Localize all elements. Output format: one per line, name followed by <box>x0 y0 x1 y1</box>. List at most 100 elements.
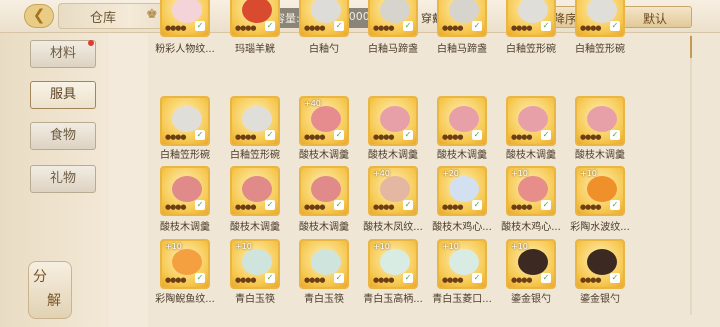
item-slot[interactable]: ●●●● ✓ <box>437 96 487 146</box>
enhance-badge: +10 <box>235 242 252 251</box>
item-slot[interactable]: +10 ●●●● ✓ <box>506 166 556 216</box>
tab-food[interactable]: 食物 <box>30 122 96 150</box>
item-slot[interactable]: ●●●● ✓ <box>506 96 556 146</box>
item-slot[interactable]: ●●●● ✓ <box>368 96 418 146</box>
tab-equipment[interactable]: 服具 <box>30 81 96 109</box>
item-slot[interactable]: ●●●● ✓ <box>230 0 280 37</box>
item-icon <box>449 249 479 275</box>
item-icon <box>380 106 410 132</box>
quality-dots-icon: ●●●● <box>373 133 394 141</box>
quality-dots-icon: ●●●● <box>235 24 256 32</box>
item-name: 白釉笠形碗 <box>230 150 280 161</box>
quality-dots-icon: ●●●● <box>442 203 463 211</box>
item-slot[interactable]: +20 ●●●● ✓ <box>437 166 487 216</box>
item-slot[interactable]: +10 ●●●● ✓ <box>230 239 280 289</box>
item-name: 酸枝木调羹 <box>299 150 349 161</box>
item-slot[interactable]: +10 ●●●● ✓ <box>506 239 556 289</box>
item-icon <box>587 176 617 202</box>
item-slot[interactable]: ●●●● ✓ <box>575 96 625 146</box>
item-slot[interactable]: +10 ●●●● ✓ <box>575 166 625 216</box>
item-name: 白釉马蹄盏 <box>368 44 418 55</box>
check-icon: ✓ <box>334 273 344 283</box>
item-icon <box>449 176 479 202</box>
decompose-button[interactable]: 分 解 <box>28 261 72 319</box>
quality-dots-icon: ●●●● <box>165 276 186 284</box>
enhance-badge: +10 <box>580 169 597 178</box>
item-slot[interactable]: ●●●● ✓ <box>437 0 487 37</box>
item-name: 酸枝木鸡心... <box>501 222 561 233</box>
check-icon: ✓ <box>541 200 551 210</box>
check-icon: ✓ <box>610 273 620 283</box>
check-icon: ✓ <box>403 273 413 283</box>
check-icon: ✓ <box>195 130 205 140</box>
item-name: 酸枝木调羹 <box>575 150 625 161</box>
check-icon: ✓ <box>334 200 344 210</box>
item-slot[interactable]: ●●●● ✓ <box>299 0 349 37</box>
item-name: 酸枝木调羹 <box>506 150 556 161</box>
item-name: 鎏金银勺 <box>511 294 551 305</box>
quality-dots-icon: ●●●● <box>580 133 601 141</box>
item-icon <box>518 176 548 202</box>
quality-dots-icon: ●●●● <box>235 203 256 211</box>
item-slot[interactable]: ●●●● ✓ <box>160 166 210 216</box>
item-name: 玛瑙羊觥 <box>235 44 275 55</box>
item-slot[interactable]: ●●●● ✓ <box>506 0 556 37</box>
scrollbar-track[interactable] <box>690 35 692 315</box>
item-icon <box>518 0 548 23</box>
item-name: 青白玉筷 <box>304 294 344 305</box>
item-slot[interactable]: +10 ●●●● ✓ <box>160 239 210 289</box>
quality-dots-icon: ●●●● <box>442 133 463 141</box>
back-button[interactable]: ❮ <box>24 4 54 28</box>
quality-dots-icon: ●●●● <box>442 24 463 32</box>
item-name: 青白玉筷 <box>235 294 275 305</box>
check-icon: ✓ <box>472 21 482 31</box>
item-name: 白釉笠形碗 <box>575 44 625 55</box>
item-icon <box>242 0 272 23</box>
item-icon <box>311 249 341 275</box>
item-slot[interactable]: +40 ●●●● ✓ <box>368 166 418 216</box>
item-icon <box>587 106 617 132</box>
check-icon: ✓ <box>610 21 620 31</box>
check-icon: ✓ <box>334 130 344 140</box>
item-icon <box>311 176 341 202</box>
item-name: 彩陶鲵鱼纹... <box>155 294 215 305</box>
item-name: 酸枝木调羹 <box>437 150 487 161</box>
item-slot[interactable]: +10 ●●●● ✓ <box>368 239 418 289</box>
enhance-badge: +40 <box>304 99 321 108</box>
enhance-badge: +10 <box>511 169 528 178</box>
item-slot[interactable]: ●●●● ✓ <box>368 0 418 37</box>
item-slot[interactable]: ●●●● ✓ <box>160 0 210 37</box>
item-grid: ●●●● ✓ 粉彩人物纹... ●●●● ✓ 玛瑙羊觥 ●●●● ✓ 白釉勺 ●●●● ✓ 白釉马蹄盏… <box>150 0 710 327</box>
enhance-badge: +10 <box>373 242 390 251</box>
item-icon <box>518 249 548 275</box>
check-icon: ✓ <box>403 130 413 140</box>
check-icon: ✓ <box>541 21 551 31</box>
item-slot[interactable]: +40 ●●●● ✓ <box>299 96 349 146</box>
quality-dots-icon: ●●●● <box>304 276 325 284</box>
item-name: 粉彩人物纹... <box>155 44 215 55</box>
quality-dots-icon: ●●●● <box>442 276 463 284</box>
item-slot[interactable]: ●●●● ✓ <box>230 96 280 146</box>
check-icon: ✓ <box>610 200 620 210</box>
quality-dots-icon: ●●●● <box>511 24 532 32</box>
decompose-char-1: 分 <box>33 269 47 285</box>
item-name: 酸枝木调羹 <box>160 222 210 233</box>
tab-materials[interactable]: 材料 <box>30 40 96 68</box>
item-slot[interactable]: ●●●● ✓ <box>299 239 349 289</box>
tab-gifts[interactable]: 礼物 <box>30 165 96 193</box>
check-icon: ✓ <box>541 273 551 283</box>
item-icon <box>587 249 617 275</box>
scrollbar-thumb[interactable] <box>690 36 692 58</box>
check-icon: ✓ <box>265 130 275 140</box>
enhance-badge: +40 <box>373 169 390 178</box>
item-slot[interactable]: +10 ●●●● ✓ <box>437 239 487 289</box>
item-slot[interactable]: ●●●● ✓ <box>575 0 625 37</box>
item-slot[interactable]: ●●●● ✓ <box>230 166 280 216</box>
item-slot[interactable]: ●●●● ✓ <box>160 96 210 146</box>
quality-dots-icon: ●●●● <box>235 133 256 141</box>
item-name: 青白玉菱口... <box>432 294 492 305</box>
item-slot[interactable]: ●●●● ✓ <box>299 166 349 216</box>
item-slot[interactable]: ●●●● ✓ <box>575 239 625 289</box>
notification-dot <box>88 40 94 46</box>
check-icon: ✓ <box>195 200 205 210</box>
